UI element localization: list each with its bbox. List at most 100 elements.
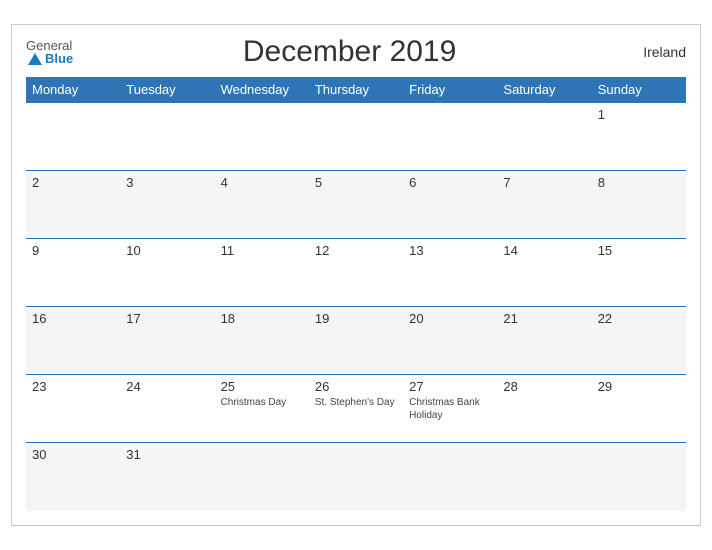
day-number: 10 — [126, 243, 208, 258]
weekday-header-wednesday: Wednesday — [215, 77, 309, 103]
calendar-day-cell: 7 — [497, 171, 591, 239]
calendar-day-cell: 11 — [215, 239, 309, 307]
calendar-day-cell: 31 — [120, 443, 214, 511]
calendar-day-cell: 9 — [26, 239, 120, 307]
day-number: 24 — [126, 379, 208, 394]
calendar-week-row: 23 24 25 Christmas Day 26 St. Stephen's Day 27… — [26, 375, 686, 443]
day-number: 18 — [221, 311, 303, 326]
calendar-day-cell: 29 — [592, 375, 686, 443]
day-event: St. Stephen's Day — [315, 396, 397, 409]
logo: General Blue — [26, 39, 73, 65]
weekday-header-sunday: Sunday — [592, 77, 686, 103]
day-number: 9 — [32, 243, 114, 258]
day-number: 26 — [315, 379, 397, 394]
calendar-day-cell: 21 — [497, 307, 591, 375]
calendar-day-cell: 5 — [309, 171, 403, 239]
day-number: 30 — [32, 447, 114, 462]
calendar-day-cell: 2 — [26, 171, 120, 239]
day-number: 31 — [126, 447, 208, 462]
day-number: 1 — [598, 107, 680, 122]
day-number: 15 — [598, 243, 680, 258]
weekday-header-monday: Monday — [26, 77, 120, 103]
calendar-day-cell: 13 — [403, 239, 497, 307]
calendar-day-cell: 17 — [120, 307, 214, 375]
calendar-day-cell: 20 — [403, 307, 497, 375]
weekday-header-friday: Friday — [403, 77, 497, 103]
day-number: 8 — [598, 175, 680, 190]
weekday-header-saturday: Saturday — [497, 77, 591, 103]
calendar-day-cell: 15 — [592, 239, 686, 307]
calendar-day-cell — [215, 103, 309, 171]
calendar-day-cell: 6 — [403, 171, 497, 239]
calendar-day-cell: 12 — [309, 239, 403, 307]
calendar-day-cell — [497, 443, 591, 511]
logo-triangle-icon — [28, 53, 42, 65]
day-event: Christmas Day — [221, 396, 303, 409]
calendar-day-cell: 23 — [26, 375, 120, 443]
calendar-day-cell: 27 Christmas Bank Holiday — [403, 375, 497, 443]
country-label: Ireland — [626, 44, 686, 60]
calendar-day-cell — [215, 443, 309, 511]
calendar-day-cell — [403, 103, 497, 171]
logo-blue-area: Blue — [26, 52, 73, 65]
calendar-week-row: 2345678 — [26, 171, 686, 239]
day-number: 19 — [315, 311, 397, 326]
calendar-day-cell: 19 — [309, 307, 403, 375]
day-number: 17 — [126, 311, 208, 326]
calendar-day-cell: 25 Christmas Day — [215, 375, 309, 443]
calendar-day-cell — [497, 103, 591, 171]
calendar-day-cell — [403, 443, 497, 511]
calendar-day-cell — [120, 103, 214, 171]
calendar-week-row: 30 31 — [26, 443, 686, 511]
day-number: 29 — [598, 379, 680, 394]
calendar-day-cell: 14 — [497, 239, 591, 307]
calendar-header: General Blue December 2019 Ireland — [26, 35, 686, 69]
calendar-day-cell: 24 — [120, 375, 214, 443]
day-number: 16 — [32, 311, 114, 326]
calendar-day-cell — [592, 443, 686, 511]
weekday-header-thursday: Thursday — [309, 77, 403, 103]
day-number: 27 — [409, 379, 491, 394]
calendar-day-cell: 28 — [497, 375, 591, 443]
logo-blue-text: Blue — [45, 52, 73, 65]
day-number: 12 — [315, 243, 397, 258]
calendar-week-row: 16 17 18 19 20 21 22 — [26, 307, 686, 375]
calendar-day-cell: 18 — [215, 307, 309, 375]
day-number: 21 — [503, 311, 585, 326]
calendar-day-cell: 3 — [120, 171, 214, 239]
calendar-day-cell: 4 — [215, 171, 309, 239]
weekday-header-tuesday: Tuesday — [120, 77, 214, 103]
day-number: 4 — [221, 175, 303, 190]
calendar-day-cell — [309, 103, 403, 171]
calendar-day-cell: 30 — [26, 443, 120, 511]
day-number: 13 — [409, 243, 491, 258]
weekday-header-row: MondayTuesdayWednesdayThursdayFridaySatu… — [26, 77, 686, 103]
calendar-week-row: 9 10 11 12 13 14 15 — [26, 239, 686, 307]
day-number: 7 — [503, 175, 585, 190]
calendar-table: MondayTuesdayWednesdayThursdayFridaySatu… — [26, 77, 686, 511]
calendar-header-row: MondayTuesdayWednesdayThursdayFridaySatu… — [26, 77, 686, 103]
calendar-day-cell: 16 — [26, 307, 120, 375]
calendar-body: 1234567891011121314151617181920212223242… — [26, 103, 686, 511]
calendar-week-row: 1 — [26, 103, 686, 171]
day-number: 5 — [315, 175, 397, 190]
calendar-day-cell — [309, 443, 403, 511]
month-title: December 2019 — [73, 35, 626, 69]
calendar-container: General Blue December 2019 Ireland Monda… — [11, 24, 701, 526]
calendar-day-cell: 10 — [120, 239, 214, 307]
day-number: 28 — [503, 379, 585, 394]
day-number: 25 — [221, 379, 303, 394]
day-number: 14 — [503, 243, 585, 258]
day-number: 23 — [32, 379, 114, 394]
calendar-day-cell: 1 — [592, 103, 686, 171]
day-number: 11 — [221, 243, 303, 258]
calendar-day-cell: 8 — [592, 171, 686, 239]
day-number: 3 — [126, 175, 208, 190]
day-number: 22 — [598, 311, 680, 326]
calendar-day-cell: 22 — [592, 307, 686, 375]
calendar-day-cell: 26 St. Stephen's Day — [309, 375, 403, 443]
day-number: 2 — [32, 175, 114, 190]
day-event: Christmas Bank Holiday — [409, 396, 491, 422]
day-number: 6 — [409, 175, 491, 190]
calendar-day-cell — [26, 103, 120, 171]
